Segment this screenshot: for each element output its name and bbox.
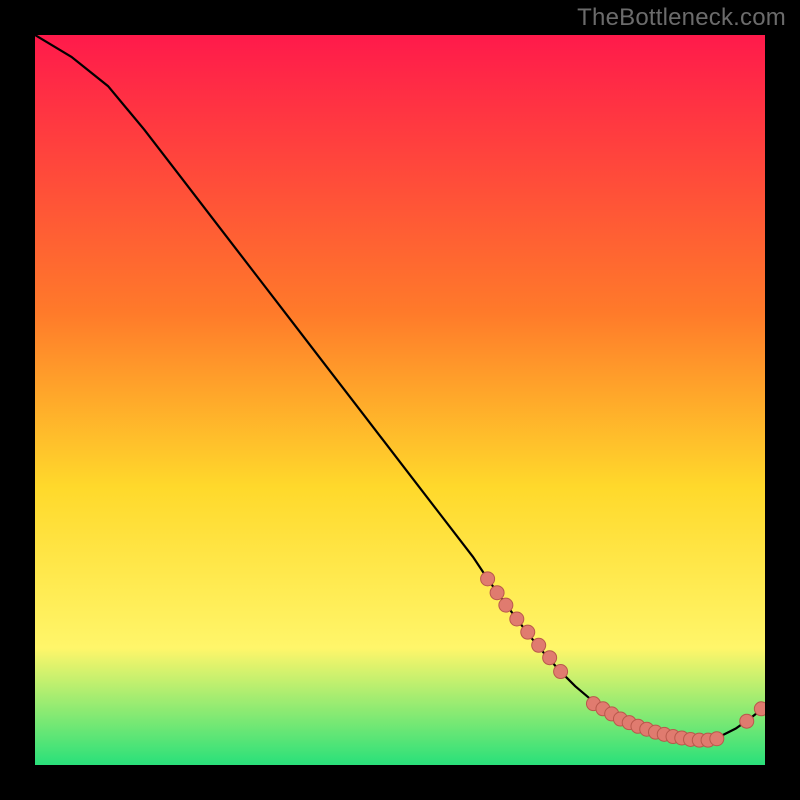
data-marker [490, 586, 504, 600]
chart-svg [35, 35, 765, 765]
gradient-background [35, 35, 765, 765]
plot-area [35, 35, 765, 765]
watermark-text: TheBottleneck.com [577, 4, 786, 32]
data-marker [521, 625, 535, 639]
data-marker [499, 598, 513, 612]
data-marker [554, 665, 568, 679]
data-marker [510, 612, 524, 626]
data-marker [740, 714, 754, 728]
data-marker [754, 702, 765, 716]
data-marker [710, 732, 724, 746]
data-marker [481, 572, 495, 586]
chart-frame: TheBottleneck.com [0, 0, 800, 800]
data-marker [532, 638, 546, 652]
data-marker [543, 651, 557, 665]
